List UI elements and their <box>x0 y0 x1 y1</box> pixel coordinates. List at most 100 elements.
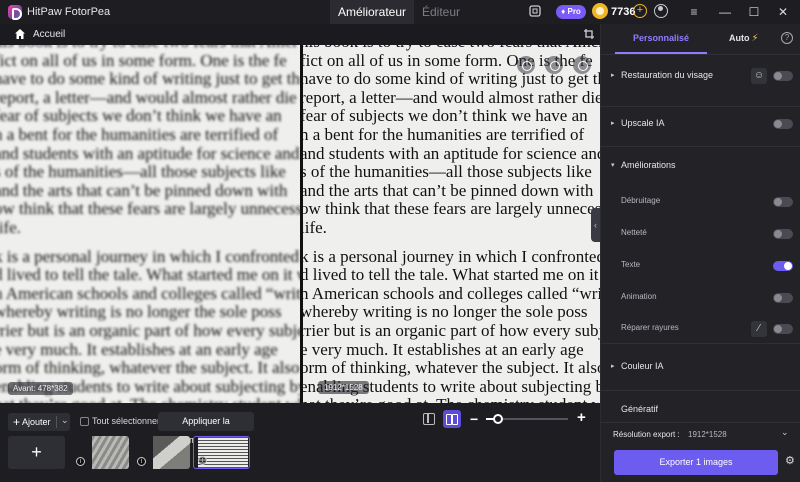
menu-icon[interactable]: ≡ <box>686 4 702 20</box>
denoise-toggle[interactable] <box>773 197 793 207</box>
help-icon[interactable]: ? <box>781 32 793 44</box>
compare-settings-icon[interactable] <box>573 56 591 74</box>
section-generative[interactable]: Génératif <box>601 401 800 421</box>
app-logo-icon <box>8 5 22 20</box>
before-resolution-label: Avant: 478*382 <box>8 382 73 395</box>
face-model-icon[interactable]: ☺ <box>751 68 767 84</box>
single-view-icon[interactable] <box>423 413 435 425</box>
home-icon[interactable] <box>14 28 26 40</box>
option-label: Netteté <box>621 228 647 237</box>
scratch-repair-toggle[interactable] <box>773 324 793 334</box>
compare-zoom-icon[interactable] <box>517 56 535 74</box>
crown-icon: ♦ <box>561 7 566 16</box>
select-all-label[interactable]: Tout sélectionner <box>92 416 160 426</box>
panel-divider <box>601 343 800 344</box>
export-resolution-label: Résolution export : <box>613 430 680 439</box>
section-improvements[interactable]: ▾ Améliorations <box>601 157 800 177</box>
crop-icon[interactable] <box>583 28 595 40</box>
tab-editor[interactable]: Éditeur <box>414 0 468 24</box>
tab-enhancer[interactable]: Améliorateur <box>330 0 414 24</box>
image-canvas[interactable]: his book is to try to ease two fears tha… <box>0 45 600 403</box>
chevron-double-down-icon[interactable]: ⌄ <box>781 427 789 438</box>
after-resolution-label: 1912*1528 <box>318 381 369 394</box>
before-preview: his book is to try to ease two fears tha… <box>0 45 300 403</box>
zoom-in-icon[interactable]: + <box>577 409 586 426</box>
document-line: fear of subjects we don’t think we have … <box>303 106 588 126</box>
select-all-checkbox[interactable] <box>80 417 89 426</box>
upscale-toggle[interactable] <box>773 119 793 129</box>
close-button[interactable]: ✕ <box>768 0 798 24</box>
collapse-panel-handle[interactable]: ‹ <box>591 208 600 242</box>
caret-right-icon: ▸ <box>611 72 615 79</box>
export-button[interactable]: Exporter 1 images <box>614 450 778 475</box>
brush-icon[interactable]: ⁄ <box>751 321 767 337</box>
compare-view-icon[interactable] <box>545 56 563 74</box>
document-line: fear of subjects we don’t think we have … <box>0 106 282 126</box>
pro-badge[interactable]: ♦ Pro <box>556 5 586 19</box>
text-toggle[interactable] <box>773 261 793 271</box>
info-icon[interactable]: i <box>198 456 207 465</box>
title-bar: HitPaw FotorPea Améliorateur Éditeur ♦ P… <box>0 0 800 24</box>
gallery-icon[interactable] <box>527 4 543 20</box>
document-line: d lived to tell the tale. What started m… <box>303 265 600 285</box>
document-line: e very much. It establishes at an early … <box>0 339 278 359</box>
zoom-slider-thumb[interactable] <box>493 414 504 424</box>
image-thumbnail[interactable]: i <box>133 436 190 469</box>
option-denoise[interactable]: Débruitage <box>601 193 800 213</box>
document-line: k is a personal journey in which I confr… <box>303 246 600 266</box>
option-label: Animation <box>621 292 657 301</box>
option-text[interactable]: Texte <box>601 257 800 277</box>
zoom-out-icon[interactable]: − <box>470 411 478 427</box>
app-window: HitPaw FotorPea Améliorateur Éditeur ♦ P… <box>0 0 800 482</box>
document-line: ow think that these fears are largely un… <box>0 199 300 219</box>
user-account-icon[interactable] <box>654 4 668 18</box>
section-label: Upscale IA <box>621 118 665 128</box>
image-thumbnail-selected[interactable]: i <box>193 436 250 469</box>
document-line: e very much. It establishes at an early … <box>303 339 584 359</box>
animation-toggle[interactable] <box>773 293 793 303</box>
add-label: Ajouter <box>22 417 51 427</box>
document-text-before: his book is to try to ease two fears tha… <box>0 45 300 403</box>
tab-auto[interactable]: Auto ⚡ <box>729 24 759 54</box>
document-line: life. <box>303 217 327 237</box>
bottom-bar: + Ajouter ⌄ Tout sélectionner Appliquer … <box>0 403 600 482</box>
section-label: Restauration du visage <box>621 70 714 80</box>
document-line: whereby writing is no longer the sole po… <box>0 302 282 322</box>
add-image-button[interactable]: + <box>8 436 65 469</box>
add-credits-icon[interactable]: + <box>633 4 647 18</box>
document-line: n American schools and colleges called “… <box>0 283 300 303</box>
section-upscale[interactable]: ▸ Upscale IA <box>601 115 800 135</box>
option-scratch-repair[interactable]: Réparer rayures ⁄ <box>601 320 800 340</box>
tab-custom[interactable]: Personnalisé <box>615 24 707 54</box>
document-line: d lived to tell the tale. What started m… <box>0 265 300 285</box>
compare-divider-handle[interactable] <box>300 45 303 403</box>
thumbnail-image <box>198 437 248 468</box>
gear-icon[interactable]: ⚙ <box>785 456 796 467</box>
info-icon[interactable]: i <box>137 457 146 466</box>
sharpness-toggle[interactable] <box>773 229 793 239</box>
option-animation[interactable]: Animation <box>601 289 800 309</box>
panel-divider <box>601 422 800 423</box>
document-line: hat they’re good at. The chemistry stude… <box>303 396 600 403</box>
section-face-restore[interactable]: ▸ Restauration du visage ☺ <box>601 67 800 87</box>
option-label: Texte <box>621 260 641 269</box>
section-color[interactable]: ▸ Couleur IA <box>601 358 800 378</box>
split-view-icon[interactable] <box>443 410 461 428</box>
panel-divider <box>601 106 800 107</box>
app-title: HitPaw FotorPea <box>27 6 111 18</box>
minimize-button[interactable]: — <box>710 0 740 24</box>
apply-combination-button[interactable]: Appliquer la combinaison. <box>158 412 254 445</box>
home-link[interactable]: Accueil <box>33 29 65 40</box>
option-sharpness[interactable]: Netteté <box>601 225 800 245</box>
document-line: report, a letter—and would almost rather… <box>303 87 600 107</box>
image-thumbnail[interactable]: i <box>72 436 129 469</box>
add-separator <box>56 416 57 428</box>
maximize-button[interactable]: ☐ <box>739 0 769 24</box>
face-restore-toggle[interactable] <box>773 71 793 81</box>
info-icon[interactable]: i <box>76 457 85 466</box>
panel-tabs: Personnalisé Auto ⚡ ? <box>601 24 800 54</box>
add-button[interactable]: + Ajouter ⌄ <box>8 413 70 431</box>
panel-divider <box>601 146 800 147</box>
chevron-down-icon[interactable]: ⌄ <box>61 415 69 426</box>
document-line: rrier but is an organic part of how ever… <box>303 320 600 340</box>
